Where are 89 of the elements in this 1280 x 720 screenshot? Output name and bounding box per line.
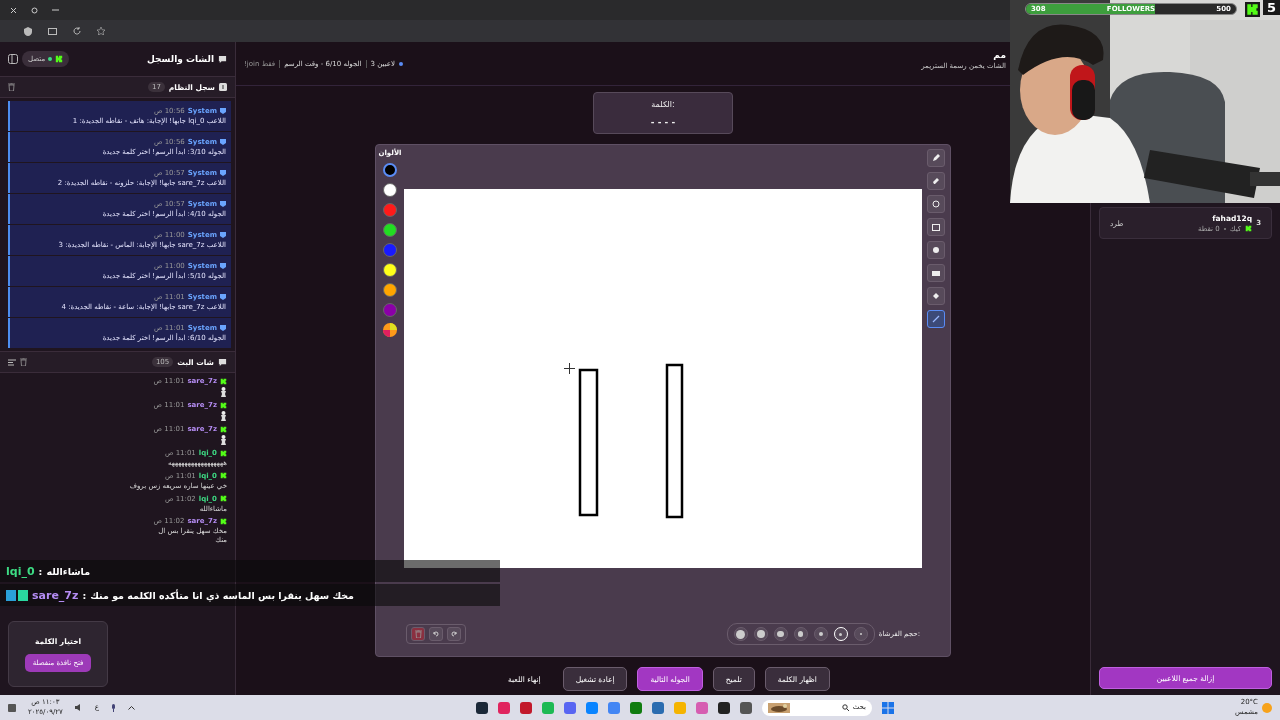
shield-icon: [220, 232, 226, 238]
taskbar-app-icon[interactable]: [718, 701, 730, 714]
status-dot-icon: [398, 61, 403, 66]
undo-button[interactable]: [429, 627, 443, 641]
circle-icon: [932, 200, 940, 208]
kick-logo-icon: [220, 495, 227, 502]
color-swatch[interactable]: [383, 303, 397, 317]
search-icon: [841, 704, 849, 711]
chevron-up-icon[interactable]: [128, 705, 135, 710]
redo-button[interactable]: [447, 627, 461, 641]
microphone-icon[interactable]: [111, 703, 116, 712]
shield-icon: [220, 170, 226, 176]
tool-button[interactable]: [927, 149, 945, 167]
word-label: الكلمة:: [651, 99, 675, 109]
overlay-message: ماشاءالله: [46, 565, 91, 577]
shield-icon[interactable]: [24, 26, 32, 36]
pencil-icon: [932, 154, 940, 162]
brush-size-button[interactable]: [773, 627, 788, 641]
taskbar-app-icon[interactable]: [740, 701, 752, 714]
taskbar-app-icon[interactable]: [476, 701, 488, 714]
kick-logo-icon: [1245, 225, 1253, 232]
color-swatch[interactable]: [383, 203, 397, 217]
sidebar-toggle-icon[interactable]: [8, 54, 18, 64]
brush-size-button[interactable]: [733, 627, 748, 641]
color-swatch[interactable]: [383, 183, 397, 197]
trash-icon: [20, 358, 27, 366]
kick-logo-icon: [1246, 3, 1259, 16]
game-title: مم: [993, 49, 1006, 60]
window-icon[interactable]: [48, 27, 57, 35]
crosshair-cursor-icon: [564, 363, 575, 374]
tool-button[interactable]: [927, 218, 945, 236]
kick-logo-icon: [220, 377, 227, 385]
shield-icon: [220, 263, 226, 269]
overlay-message: مخك سهل ينقرا بس الماسه ذي انا متأكده الكلمه مو منك: [90, 589, 354, 601]
bucket-icon: [932, 292, 940, 300]
rectangle-icon: [932, 223, 940, 231]
shield-icon: [220, 139, 226, 145]
brush-size-button[interactable]: [793, 627, 808, 641]
color-swatch[interactable]: [383, 283, 397, 297]
line-icon: [932, 315, 940, 323]
tool-button[interactable]: [927, 195, 945, 213]
list-icon[interactable]: [8, 358, 16, 366]
kick-logo-icon: [55, 55, 64, 63]
overlay-username: sare_7z: [32, 588, 79, 602]
overlay-separator: :: [82, 589, 87, 601]
brush-size-button[interactable]: [753, 627, 768, 641]
sticker-icon: [220, 411, 227, 421]
eraser-icon: [932, 177, 940, 185]
info-icon: [219, 83, 227, 91]
color-swatch[interactable]: [383, 243, 397, 257]
tool-button[interactable]: [927, 264, 945, 282]
overlay-username: lqi_0: [6, 564, 35, 578]
filled-rectangle-icon: [932, 270, 940, 276]
filled-circle-icon: [933, 247, 939, 253]
windows-logo-icon[interactable]: [882, 701, 894, 714]
tool-button[interactable]: [927, 287, 945, 305]
star-icon[interactable]: [97, 27, 105, 35]
app-icon: [8, 703, 16, 712]
sticker-icon: [220, 387, 227, 397]
chat-icon: [218, 54, 227, 64]
trash-icon: [414, 630, 422, 638]
chat-icon: [218, 357, 227, 367]
sun-icon: [1262, 702, 1272, 713]
shield-icon: [220, 108, 226, 114]
color-swatch[interactable]: [383, 263, 397, 277]
brush-size-button[interactable]: [813, 627, 828, 641]
color-wheel-icon[interactable]: [383, 323, 397, 337]
overlay-separator: :: [38, 565, 43, 577]
kick-logo-icon: [220, 425, 227, 433]
undo-icon: [433, 631, 439, 637]
shield-icon: [220, 325, 226, 331]
redo-icon: [451, 631, 457, 637]
kick-logo-icon: [220, 449, 227, 457]
word-blanks: - - - -: [650, 116, 676, 127]
volume-icon[interactable]: [74, 704, 83, 711]
shield-icon: [220, 201, 226, 207]
kick-logo-icon: [220, 472, 227, 480]
panel-title: الشات والسجل: [147, 54, 214, 64]
color-swatch[interactable]: [383, 223, 397, 237]
close-icon[interactable]: [10, 6, 17, 14]
sticker-icon: [220, 435, 227, 445]
shield-icon: [220, 294, 226, 300]
tool-button[interactable]: [927, 241, 945, 259]
kick-logo-icon: [220, 401, 227, 409]
kick-logo-icon: [220, 517, 227, 525]
trash-icon: [8, 83, 15, 91]
badge-icon: [6, 589, 28, 601]
color-swatch[interactable]: [383, 163, 397, 177]
tool-button[interactable]: [927, 172, 945, 190]
